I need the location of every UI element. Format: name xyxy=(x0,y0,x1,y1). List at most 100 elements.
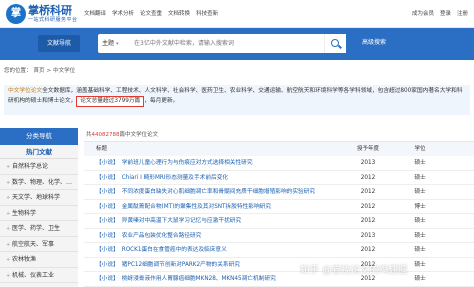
thesis-title-cell[interactable]: 【小说】 ROCK1蛋白在食管癌中的表达及临床意义 xyxy=(84,243,338,257)
advanced-search-link[interactable]: 高级搜索 xyxy=(362,37,386,46)
register-link[interactable]: 注册 xyxy=(457,9,468,17)
search-box: 主题 ▾ xyxy=(98,34,346,53)
top-bar: 掌 掌桥科研 一站式科研服务平台 文档翻译 学术分析 论文查重 文档转换 科技查… xyxy=(0,0,474,28)
sidebar-item-aerospace[interactable]: + 航空航天、军事 xyxy=(0,237,78,252)
thesis-title-cell[interactable]: 【小说】 金属酞菁配合物(MT)的聚集性及其对SNT拆胶特性影响研究 xyxy=(84,200,338,214)
table-row: 【小说】 农业产品包装优化整合路径研究 2013 硕士 xyxy=(84,229,474,243)
thesis-degree: 硕士 xyxy=(414,218,426,224)
thesis-title-cell[interactable]: 【小说】 农业产品包装优化整合路径研究 xyxy=(84,229,338,243)
thesis-title-cell[interactable]: 【小说】 Chiari Ⅰ 畸形MRI形态测量及手术前后变化 xyxy=(84,171,338,185)
thesis-tag: 【小说】 xyxy=(96,203,119,210)
thesis-degree: 博士 xyxy=(414,203,426,210)
nav-item-convert[interactable]: 文档转换 xyxy=(168,9,190,17)
table-row: 【小说】 Chiari Ⅰ 畸形MRI形态测量及手术前后变化 2012 硕士 xyxy=(84,171,474,185)
total-number: 44082788 xyxy=(91,132,120,138)
thesis-title[interactable]: 猪PC12细胞调节创新对PARK2产物的关系研究 xyxy=(122,262,240,268)
sidebar-item-machinery[interactable]: + 机械、仪表工业 xyxy=(0,268,78,283)
doc-nav-button[interactable]: 文献导航 xyxy=(38,35,80,52)
table-row: 【小说】 猪PC12细胞调节创新对PARK2产物的关系研究 2012 硕士 xyxy=(84,258,474,272)
sidebar-item-medicine[interactable]: + 医学、药学、卫生 xyxy=(0,221,78,237)
member-link[interactable]: 成为会员 xyxy=(412,9,434,17)
thesis-year: 2013 xyxy=(360,232,376,239)
thesis-degree: 硕士 xyxy=(414,174,426,181)
thesis-title-cell[interactable]: 【小说】 学前班儿童心理行为与伤痕应对方式选择相关性研究 xyxy=(84,156,338,170)
thesis-title-cell[interactable]: 【小说】 异黄嗪对中高温下大鼠学习记忆与应激干扰研究 xyxy=(84,214,338,228)
sidebar-item-label: 数学、物理、化学、… xyxy=(12,178,73,186)
table-row: 【小说】 不同浓度蛋白缺失对心肌细胞凋亡率和骨髓间充质干细胞增殖影响的实验研究 20… xyxy=(84,185,474,200)
sidebar-item-label: 航空航天、军事 xyxy=(12,240,55,248)
breadcrumb: 您的位置： 首页 > 中文学位 xyxy=(4,66,77,74)
column-year[interactable]: 授予年度 xyxy=(338,142,398,156)
column-degree: 学位 xyxy=(414,146,426,152)
thesis-year: 2012 xyxy=(360,218,376,224)
thesis-year: 2012 xyxy=(360,203,376,210)
table-row: 【小说】 金属酞菁配合物(MT)的聚集性及其对SNT拆胶特性影响研究 2012 博士 xyxy=(84,200,474,214)
table-row: 【小说】 异黄嗪对中高温下大鼠学习记忆与应激干扰研究 2012 硕士 xyxy=(84,214,474,229)
thesis-title[interactable]: 不同浓度蛋白缺失对心肌细胞凋亡率和骨髓间充质干细胞增殖影响的实验研究 xyxy=(122,189,315,195)
thesis-title[interactable]: 桃蚜浸膏液作用人胃腺癌细胞MKN28、MKN45凋亡机制研究 xyxy=(122,276,276,282)
thesis-tag: 【小说】 xyxy=(96,247,119,253)
thesis-tag: 【小说】 xyxy=(96,189,119,195)
thesis-title[interactable]: Chiari Ⅰ 畸形MRI形态测量及手术前后变化 xyxy=(122,175,228,181)
column-title: 标题 xyxy=(96,146,108,152)
sidebar-item-math-physics[interactable]: + 数学、物理、化学、… xyxy=(0,175,78,190)
nav-item-translate[interactable]: 文档翻译 xyxy=(84,9,106,17)
thesis-tag: 【小说】 xyxy=(96,218,119,224)
thesis-degree: 硕士 xyxy=(414,232,426,239)
thesis-title[interactable]: 农业产品包装优化整合路径研究 xyxy=(122,233,202,239)
breadcrumb-label: 您的位置： xyxy=(4,68,32,74)
thesis-list: 共44082788篇中文学位论文 标题 授予年度 学位 【小说】 学前班儿童心理行… xyxy=(84,128,474,287)
nav-item-plagiarism[interactable]: 论文查重 xyxy=(140,9,162,17)
sidebar-item-label: 生物科学 xyxy=(12,209,37,217)
top-nav: 文档翻译 学术分析 论文查重 文档转换 科技查新 xyxy=(84,9,218,17)
sidebar-item-label: 机械、仪表工业 xyxy=(12,271,55,279)
thesis-title[interactable]: 异黄嗪对中高温下大鼠学习记忆与应激干扰研究 xyxy=(122,218,241,224)
thesis-year: 2012 xyxy=(360,189,376,195)
thesis-title[interactable]: 学前班儿童心理行为与伤痕应对方式选择相关性研究 xyxy=(122,160,253,166)
search-icon xyxy=(331,39,339,47)
thesis-title[interactable]: 金属酞菁配合物(MT)的聚集性及其对SNT拆胶特性影响研究 xyxy=(122,204,271,210)
nav-item-novelty[interactable]: 科技查新 xyxy=(196,9,218,17)
table-row: 【小说】 学前班儿童心理行为与伤痕应对方式选择相关性研究 2013 硕士 xyxy=(84,156,474,171)
thesis-year: 2012 xyxy=(360,174,376,181)
search-band: 文献导航 主题▾ 高级搜索 xyxy=(0,28,474,60)
thesis-tag: 【小说】 xyxy=(96,174,119,181)
sidebar-item-label: 农林牧渔 xyxy=(12,256,37,263)
sidebar-item-label: 天文学、地球科学 xyxy=(12,194,61,201)
thesis-year: 2013 xyxy=(360,160,376,166)
table-row: 【小说】 桃蚜浸膏液作用人胃腺癌细胞MKN28、MKN45凋亡机制研究 2012 硕士 xyxy=(84,272,474,287)
search-input[interactable] xyxy=(134,36,304,51)
chevron-down-icon: ▾ xyxy=(116,41,119,47)
total-count-line: 共44082788篇中文学位论文 xyxy=(84,128,474,142)
sidebar-item-label: 自然科学总论 xyxy=(12,163,49,170)
sidebar-item-astronomy[interactable]: + 天文学、地球科学 xyxy=(0,190,78,206)
sidebar-item-biology[interactable]: + 生物科学 xyxy=(0,206,78,221)
sidebar-subheader[interactable]: 热门文献 xyxy=(0,145,78,159)
sidebar-item-natural-science[interactable]: + 自然科学总论 xyxy=(0,159,78,175)
thesis-tag: 【小说】 xyxy=(96,232,119,239)
category-sidebar: 分类导航 热门文献 + 自然科学总论 + 数学、物理、化学、… + 天文学、地球科学 … xyxy=(0,128,78,287)
thesis-tag: 【小说】 xyxy=(96,261,119,268)
watermark-text: 知乎 @尝找论文的鸡翅握 xyxy=(300,265,408,276)
table-row: 【小说】 ROCK1蛋白在食管癌中的表达及临床意义 2012 硕士 xyxy=(84,243,474,258)
account-links: 成为会员 登录 注册 xyxy=(412,9,468,17)
thesis-tag: 【小说】 xyxy=(96,276,119,282)
breadcrumb-current: 中文学位 xyxy=(53,68,76,74)
intro-highlight: 中文学位论文 xyxy=(8,88,43,94)
sidebar-item-label: 医学、药学、卫生 xyxy=(12,225,61,232)
intro-text-end: ，每月更新。 xyxy=(144,98,179,104)
login-link[interactable]: 登录 xyxy=(440,9,451,17)
sidebar-item-agriculture[interactable]: + 农林牧渔 xyxy=(0,252,78,268)
nav-item-analysis[interactable]: 学术分析 xyxy=(112,9,134,17)
breadcrumb-separator: > xyxy=(46,68,52,74)
thesis-degree: 硕士 xyxy=(414,247,426,253)
search-scope-select[interactable]: 主题 ▾ xyxy=(102,34,119,54)
search-scope-label: 主题 xyxy=(102,40,115,47)
breadcrumb-home[interactable]: 首页 xyxy=(34,68,45,74)
table-header: 标题 授予年度 学位 xyxy=(84,142,474,156)
total-count-highlight: 论文总量超过3799万篇 xyxy=(76,96,145,107)
search-button[interactable] xyxy=(324,34,346,53)
thesis-title-cell[interactable]: 【小说】 不同浓度蛋白缺失对心肌细胞凋亡率和骨髓间充质干细胞增殖影响的实验研究 xyxy=(84,185,338,199)
thesis-title[interactable]: ROCK1蛋白在食管癌中的表达及临床意义 xyxy=(122,247,227,253)
brand-tagline: 一站式科研服务平台 xyxy=(28,17,78,23)
